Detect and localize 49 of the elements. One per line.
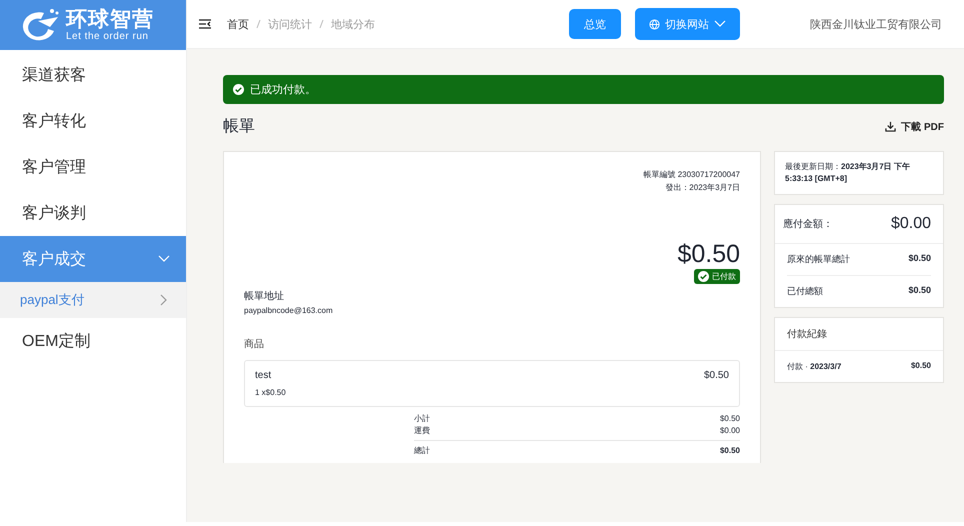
total-label: 小計 — [414, 413, 430, 425]
total-value: $0.50 — [720, 445, 740, 457]
submenu-item[interactable]: paypal支付 — [0, 282, 186, 318]
amount-due-label: 應付金額： — [783, 218, 833, 231]
sidebar-item[interactable]: 客户管理 — [0, 144, 186, 190]
item-quantity: 1 x$0.50 — [255, 388, 287, 397]
chevron-down-icon — [158, 255, 170, 263]
sidebar-item[interactable]: 渠道获客 — [0, 52, 186, 98]
item-price: $0.50 — [704, 370, 729, 381]
amount-due-value: $0.00 — [890, 215, 931, 233]
download-pdf-link[interactable]: 下載 PDF — [885, 120, 944, 134]
download-icon — [885, 121, 896, 132]
alert-text: 已成功付款。 — [250, 83, 316, 97]
payment-entry: 付款 · 2023/3/7 — [787, 361, 842, 372]
chevron-right-icon — [160, 294, 168, 306]
address-label: 帳單地址 — [244, 290, 285, 303]
sidebar-item[interactable]: OEM定制 — [0, 318, 186, 364]
logo-slogan: Let the order run — [66, 30, 150, 42]
email-text: paypalbncode@163.com — [244, 306, 334, 315]
total-value: $0.50 — [720, 413, 740, 425]
logo-title: 环球智营 — [66, 8, 154, 30]
check-circle-icon — [233, 84, 244, 95]
summary-label: 原來的帳單總計 — [787, 253, 850, 266]
invoice-number: 帳單編號 23030717200047 — [642, 169, 740, 181]
globe-icon — [649, 18, 660, 30]
check-circle-icon — [698, 271, 709, 282]
caret-icon — [714, 20, 726, 28]
payment-history-title: 付款紀錄 — [775, 318, 943, 351]
page-title: 帳單 — [223, 117, 255, 137]
payment-value: $0.50 — [910, 361, 931, 372]
company-name: 陕西金川钛业工贸有限公司 — [810, 18, 942, 32]
issue-date: 發出：2023年3月7日 — [664, 182, 740, 194]
paid-badge: 已付款 — [694, 269, 740, 284]
invoice-amount: $0.50 — [676, 240, 740, 269]
item-name: test — [255, 370, 272, 381]
menu-icon[interactable] — [199, 19, 211, 29]
summary-value: $0.50 — [908, 285, 931, 297]
summary-value: $0.50 — [908, 253, 931, 265]
breadcrumb-separator-icon — [319, 19, 324, 29]
summary-label: 已付總額 — [787, 285, 823, 298]
total-label: 運費 — [414, 425, 430, 437]
breadcrumb-separator-icon — [256, 19, 261, 29]
sidebar-item[interactable]: 客户谈判 — [0, 190, 186, 236]
sidebar-item[interactable]: 客户转化 — [0, 98, 186, 144]
last-updated-text: 最後更新日期：2023年3月7日 下午 5:33:13 [GMT+8] — [774, 151, 944, 195]
total-label: 總計 — [414, 445, 430, 457]
items-label: 商品 — [244, 338, 265, 351]
breadcrumb-link[interactable]: 首页 — [227, 16, 249, 32]
total-value: $0.00 — [720, 425, 740, 437]
